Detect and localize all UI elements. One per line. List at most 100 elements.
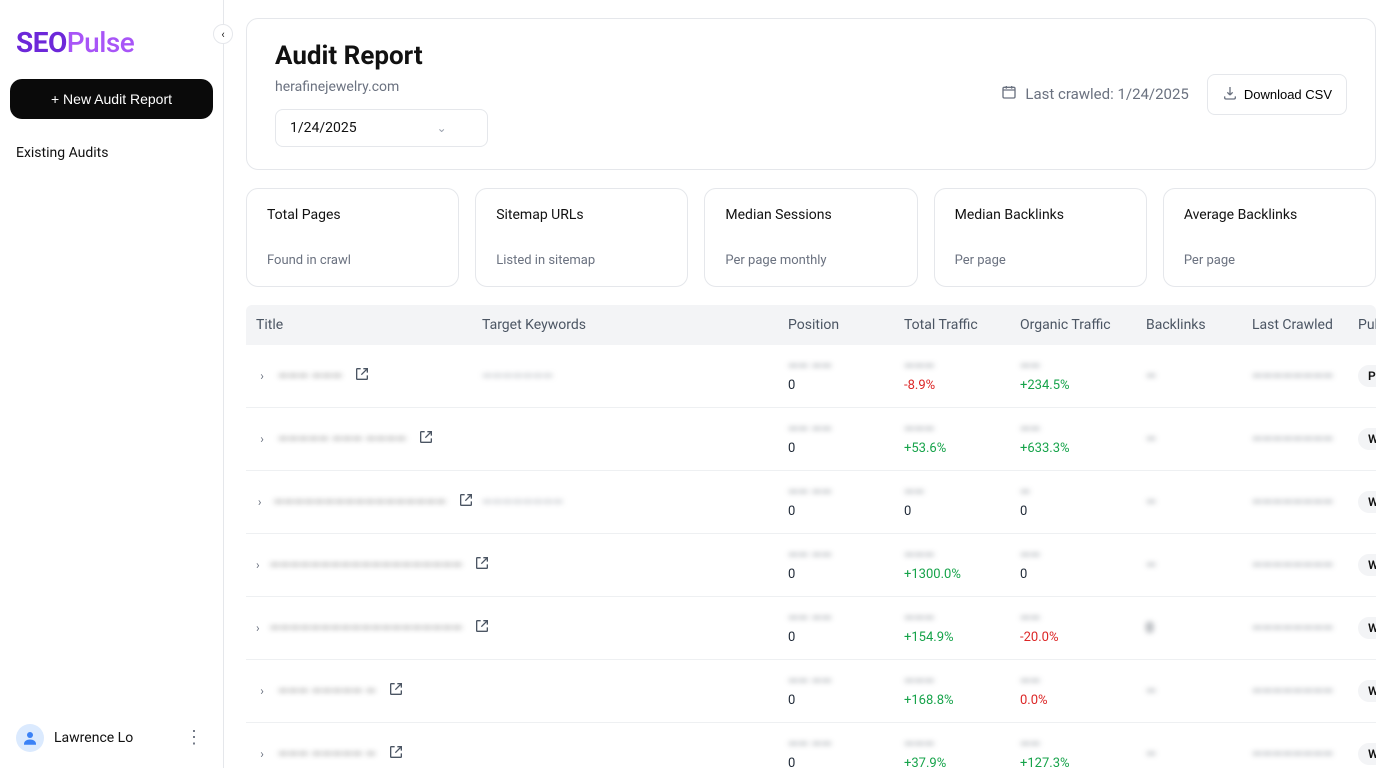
table-row: › ——— ————— — —— —— 0 ——— +168.8% —— 0.0… [246, 660, 1376, 723]
total-traffic-delta: +1300.0% [904, 567, 1014, 582]
page-title-text: ————— ——— ———— [278, 432, 406, 447]
organic-traffic-cell: —— -20.0% [1020, 611, 1140, 645]
position-cell: —— —— 0 [788, 422, 898, 456]
total-traffic-cell: ——— +1300.0% [904, 548, 1014, 582]
logo-seo: SEO [16, 26, 67, 59]
date-select[interactable]: 1/24/2025 ⌄ [275, 109, 488, 147]
title-cell: › ——— ——— [256, 364, 476, 388]
col-organic-traffic[interactable]: Organic Traffic [1020, 317, 1140, 333]
stat-sub: Listed in sitemap [496, 253, 667, 268]
page-title-text: ——————————————————— [270, 558, 463, 573]
page-title: Audit Report [275, 41, 977, 71]
organic-traffic-value: —— [1020, 611, 1140, 626]
col-backlinks[interactable]: Backlinks [1146, 317, 1246, 333]
external-link-icon[interactable] [352, 364, 372, 388]
external-link-icon[interactable] [472, 553, 492, 577]
total-traffic-delta: +154.9% [904, 630, 1014, 645]
organic-traffic-value: —— [1020, 359, 1140, 374]
position-delta: 0 [788, 693, 898, 708]
pulse-rank-badge: Performing [1358, 365, 1376, 387]
col-keywords[interactable]: Target Keywords [482, 317, 782, 333]
backlinks-cell: — [1146, 495, 1246, 510]
position-value: —— —— [788, 737, 898, 752]
organic-traffic-delta: 0 [1020, 504, 1140, 519]
backlinks-cell: — [1146, 747, 1246, 762]
page-title-text: ————————————————— [273, 495, 446, 510]
backlinks-cell: — [1146, 369, 1246, 384]
table-row: › ——————————————————— —— —— 0 ——— +154.9… [246, 597, 1376, 660]
download-csv-button[interactable]: Download CSV [1207, 74, 1347, 115]
organic-traffic-cell: —— 0.0% [1020, 674, 1140, 708]
download-icon [1222, 85, 1238, 104]
existing-audits-heading: Existing Audits [10, 137, 213, 169]
total-traffic-delta: +168.8% [904, 693, 1014, 708]
col-position[interactable]: Position [788, 317, 898, 333]
stats-row: Total Pages Found in crawl Sitemap URLs … [246, 188, 1376, 287]
organic-traffic-value: —— [1020, 422, 1140, 437]
position-cell: —— —— 0 [788, 548, 898, 582]
position-cell: —— —— 0 [788, 611, 898, 645]
expand-row-button[interactable]: › [256, 369, 268, 383]
logo: SEOPulse [10, 16, 213, 79]
external-link-icon[interactable] [416, 427, 436, 451]
external-link-icon[interactable] [386, 679, 406, 703]
keywords-cell: ——————— [482, 369, 782, 384]
table-row: › ——— ——— ——————— —— —— 0 ——— -8.9% —— +… [246, 345, 1376, 408]
page-title-text: ——— ——— [278, 369, 342, 384]
organic-traffic-delta: +633.3% [1020, 441, 1140, 456]
last-crawled-cell: ———————— [1252, 684, 1352, 699]
expand-row-button[interactable]: › [256, 684, 268, 698]
expand-row-button[interactable]: › [256, 747, 268, 761]
position-value: —— —— [788, 548, 898, 563]
col-title[interactable]: Title [256, 317, 476, 333]
last-crawled-cell: ———————— [1252, 558, 1352, 573]
organic-traffic-cell: —— 0 [1020, 548, 1140, 582]
download-label: Download CSV [1244, 87, 1332, 102]
pulse-rank-badge: Weak [1358, 617, 1376, 639]
external-link-icon[interactable] [386, 742, 406, 766]
position-delta: 0 [788, 756, 898, 768]
position-value: —— —— [788, 422, 898, 437]
position-value: —— —— [788, 674, 898, 689]
last-crawled-cell: ———————— [1252, 495, 1352, 510]
position-cell: —— —— 0 [788, 674, 898, 708]
position-delta: 0 [788, 504, 898, 519]
pulse-rank-cell: Weak [1358, 428, 1376, 450]
external-link-icon[interactable] [472, 616, 492, 640]
total-traffic-value: —— [904, 485, 1014, 500]
total-traffic-cell: ——— +53.6% [904, 422, 1014, 456]
logo-pulse: Pulse [67, 26, 135, 59]
pulse-rank-badge: Weak [1358, 680, 1376, 702]
expand-row-button[interactable]: › [256, 558, 260, 572]
expand-row-button[interactable]: › [256, 495, 263, 509]
avatar [16, 724, 44, 752]
position-cell: —— —— 0 [788, 485, 898, 519]
title-cell: › ——— ————— — [256, 742, 476, 766]
organic-traffic-cell: —— +127.3% [1020, 737, 1140, 768]
last-crawled-cell: ———————— [1252, 369, 1352, 384]
position-cell: —— —— 0 [788, 359, 898, 393]
total-traffic-cell: ——— +37.9% [904, 737, 1014, 768]
user-row[interactable]: Lawrence Lo ⋮ [10, 715, 213, 760]
col-last-crawled[interactable]: Last Crawled [1252, 317, 1352, 333]
new-audit-button[interactable]: + New Audit Report [10, 79, 213, 119]
backlinks-cell: — [1146, 432, 1246, 447]
user-menu-button[interactable]: ⋮ [181, 723, 207, 752]
position-delta: 0 [788, 567, 898, 582]
pulse-rank-cell: Weak [1358, 617, 1376, 639]
col-total-traffic[interactable]: Total Traffic [904, 317, 1014, 333]
position-value: —— —— [788, 611, 898, 626]
col-pulse-rank[interactable]: Pulse Rank [1358, 317, 1376, 333]
total-traffic-value: ——— [904, 737, 1014, 752]
external-link-icon[interactable] [456, 490, 476, 514]
audit-domain: herafinejewelry.com [275, 79, 977, 95]
pulse-rank-badge: Weak [1358, 554, 1376, 576]
chevron-down-icon: ⌄ [437, 121, 447, 135]
expand-row-button[interactable]: › [256, 621, 260, 635]
collapse-sidebar-button[interactable]: ‹ [213, 24, 233, 44]
expand-row-button[interactable]: › [256, 432, 268, 446]
last-crawled-text: Last crawled: 1/24/2025 [1025, 85, 1188, 103]
total-traffic-value: ——— [904, 611, 1014, 626]
organic-traffic-value: — [1020, 485, 1140, 500]
stat-card: Median Backlinks Per page [934, 188, 1147, 287]
